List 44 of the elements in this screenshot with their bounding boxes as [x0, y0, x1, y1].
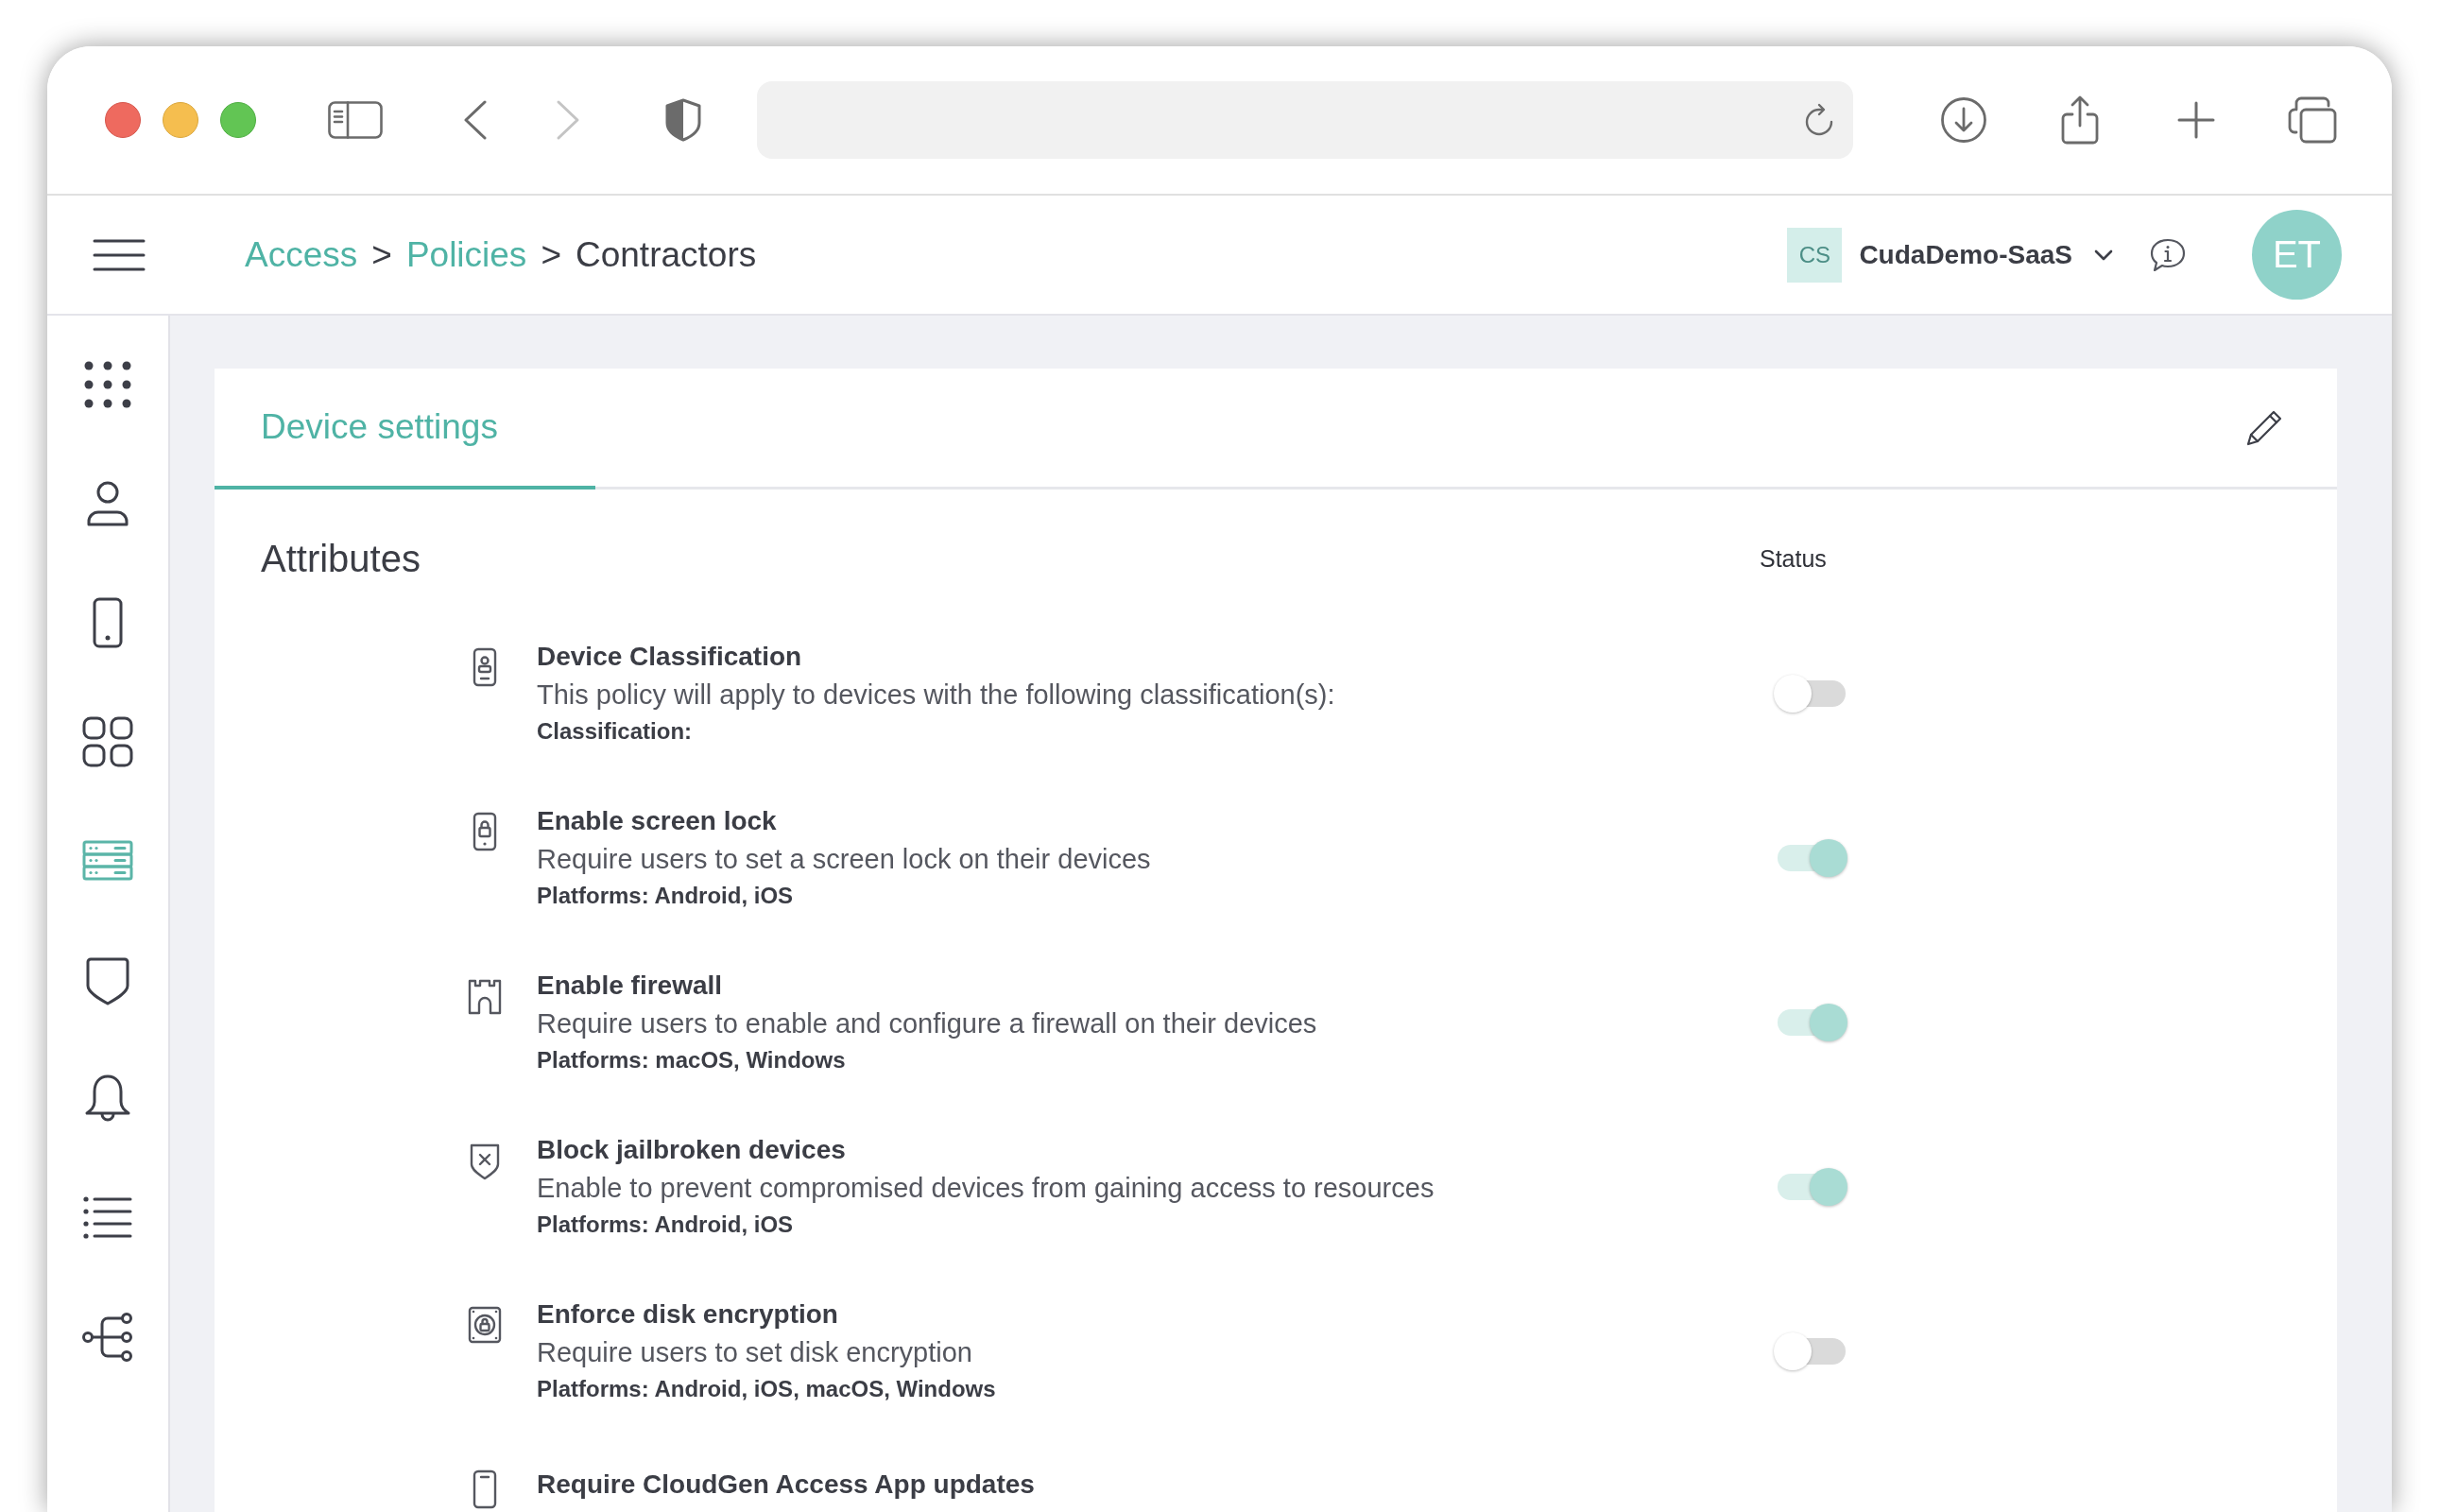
pencil-icon[interactable] — [2245, 408, 2283, 447]
tenant-badge: CS — [1787, 227, 1843, 283]
breadcrumb-link[interactable]: Access — [245, 232, 358, 277]
breadcrumb-separator: > — [371, 233, 392, 276]
attribute-description: Require users to set disk encryption — [537, 1336, 973, 1369]
chevron-down-icon[interactable] — [2094, 249, 2113, 261]
plus-icon[interactable] — [2177, 101, 2215, 139]
sidebar-toggle-icon[interactable] — [328, 101, 383, 139]
attribute-title: Require CloudGen Access App updates — [537, 1469, 1036, 1501]
attribute-description: Require users to enable and configure a firewall on their devices — [537, 1007, 1318, 1040]
breadcrumb-separator: > — [541, 233, 561, 276]
breadcrumb-link[interactable]: Policies — [405, 232, 527, 277]
attribute-title: Enable screen lock — [537, 805, 778, 837]
download-icon[interactable] — [1940, 96, 1987, 144]
attribute-title: Enable firewall — [537, 970, 724, 1002]
tenant-name[interactable]: CudaDemo-SaaS — [1859, 239, 2072, 270]
tab[interactable]: Device settings — [215, 369, 595, 490]
attribute-detail: Platforms: Android, iOS — [537, 1211, 795, 1239]
attribute-title: Enforce disk encryption — [537, 1298, 839, 1331]
window-close-button[interactable] — [105, 102, 141, 138]
breadcrumb-current: Contractors — [576, 233, 757, 276]
attribute-detail: Platforms: Android, iOS — [537, 882, 795, 910]
four-squares-icon[interactable] — [81, 715, 134, 768]
section-title: Attributes — [261, 540, 421, 577]
status-column-heading: Status — [1760, 544, 1828, 573]
attribute-title: Device Classification — [537, 641, 803, 673]
attribute-detail: Classification: — [537, 717, 694, 746]
attribute-detail: Platforms: Android, iOS, macOS, Windows — [537, 1375, 997, 1403]
attribute-description: Enable to prevent compromised devices from gaining access to resources — [537, 1172, 1435, 1205]
share-icon[interactable] — [2059, 95, 2101, 145]
attribute-description: Require users to set a screen lock on their devices — [537, 843, 1152, 876]
user-avatar[interactable]: ET — [2252, 210, 2342, 300]
menu-icon[interactable] — [93, 237, 146, 272]
attribute-title: Block jailbroken devices — [537, 1134, 847, 1166]
shield-icon[interactable] — [664, 98, 702, 142]
disk-lock-icon — [468, 1305, 502, 1345]
attribute-detail: Platforms: macOS, Windows — [537, 1046, 847, 1074]
branching-tree-icon[interactable] — [81, 1311, 134, 1364]
info-bubble-icon[interactable] — [2150, 237, 2186, 272]
tabs-icon[interactable] — [2288, 96, 2337, 144]
attribute-description: This policy will apply to devices with the following classification(s): — [537, 679, 1336, 712]
address-field[interactable] — [757, 81, 1853, 159]
back-icon[interactable] — [463, 99, 488, 141]
window-zoom-button[interactable] — [220, 102, 256, 138]
